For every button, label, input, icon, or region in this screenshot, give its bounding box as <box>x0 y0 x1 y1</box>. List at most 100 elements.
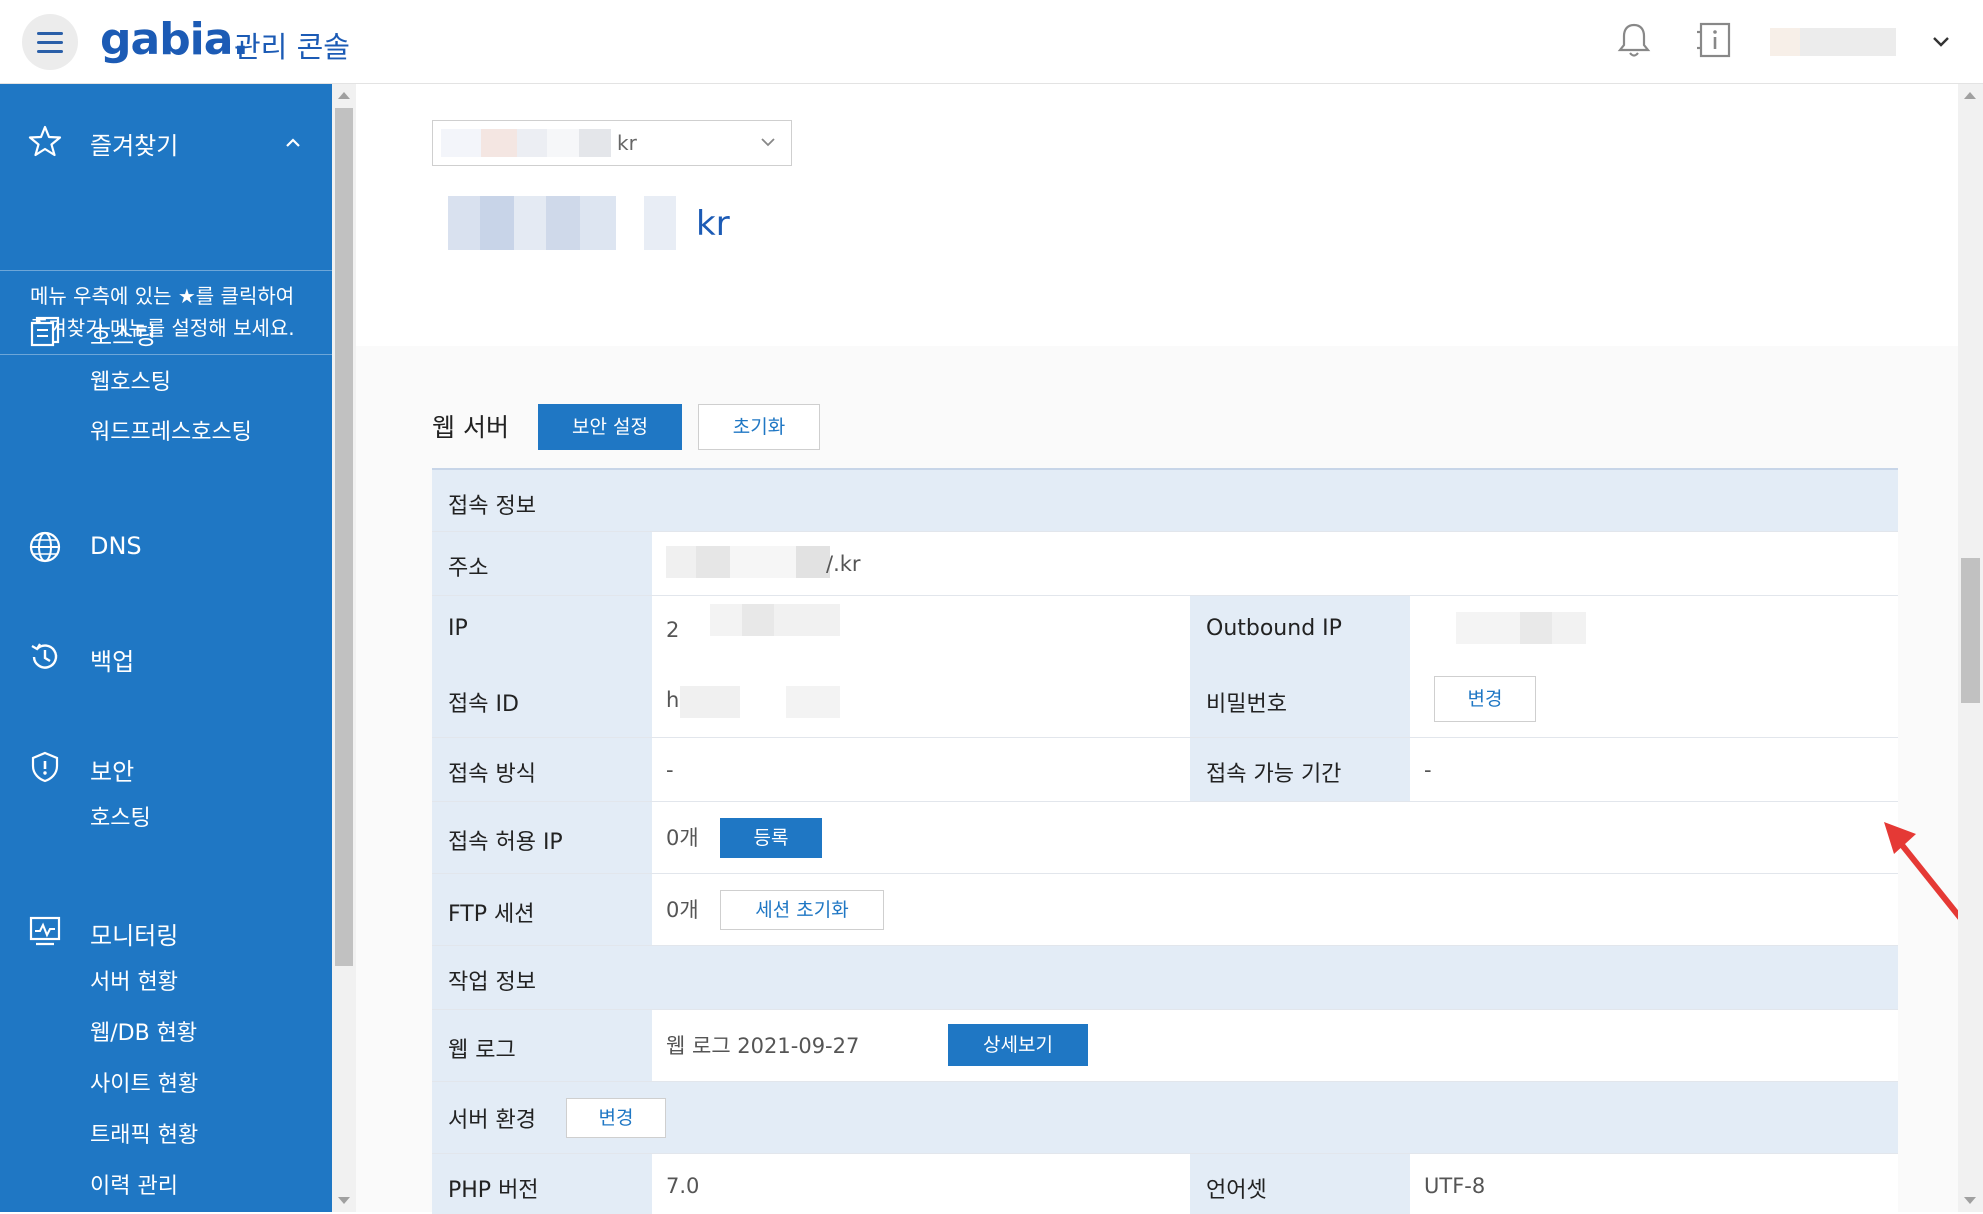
web-log-label-cell: 웹 로그 <box>432 1010 652 1081</box>
user-account-menu[interactable] <box>1770 28 1896 56</box>
menu-line-icon <box>37 31 63 35</box>
server-env-change-button[interactable]: 변경 <box>566 1098 666 1138</box>
redacted-address <box>666 546 830 578</box>
hamburger-menu-button[interactable] <box>22 14 78 70</box>
ftp-session-count: 0개 <box>666 898 699 922</box>
scroll-up-arrow-icon[interactable] <box>338 92 350 99</box>
allowed-ip-label: 접속 허용 IP <box>448 830 563 855</box>
sidebar-item-web-db-status[interactable]: 웹/DB 현황 <box>90 1015 197 1047</box>
server-env-header-row: 서버 환경 변경 <box>432 1082 1898 1154</box>
allowed-ip-count: 0개 <box>666 826 699 850</box>
chevron-up-icon[interactable] <box>284 134 302 152</box>
table-row: IP 접속 ID 2 h Outbound IP 비밀번호 변경 <box>432 596 1898 738</box>
address-label: 주소 <box>448 556 489 581</box>
table-row: 접속 방식 - 접속 가능 기간 - <box>432 738 1898 802</box>
access-info-header-row: 접속 정보 <box>432 470 1898 532</box>
php-label: PHP 버전 <box>448 1178 539 1203</box>
sidebar: 즐겨찾기 메뉴 우측에 있는 ★를 클릭하여 즐겨찾기 메뉴를 설정해 보세요.… <box>0 84 332 1212</box>
sidebar-scrollbar[interactable] <box>332 84 356 1212</box>
gabia-logo[interactable]: gabia. <box>100 14 249 65</box>
domain-select-value: kr <box>617 131 637 155</box>
ip-label-cell: IP 접속 ID <box>432 596 652 737</box>
main-scroll-thumb[interactable] <box>1961 558 1980 703</box>
domain-header-area: kr kr <box>356 84 1958 346</box>
sidebar-scroll-thumb[interactable] <box>335 108 353 966</box>
sidebar-item-site-status[interactable]: 사이트 현황 <box>90 1066 198 1098</box>
web-log-label: 웹 로그 <box>448 1038 516 1063</box>
sidebar-item-backup[interactable]: 백업 <box>90 642 134 677</box>
top-header: gabia. 관리 콘솔 <box>0 0 1983 84</box>
chevron-down-icon <box>761 138 775 147</box>
address-label-cell: 주소 <box>432 532 652 595</box>
redacted-domain-title <box>448 196 616 250</box>
divider <box>0 270 332 271</box>
domain-select[interactable]: kr <box>432 120 792 166</box>
session-reset-button[interactable]: 세션 초기화 <box>720 890 884 930</box>
php-value: 7.0 <box>666 1174 700 1198</box>
ip-label: IP <box>448 616 468 641</box>
outbound-ip-label-cell: Outbound IP 비밀번호 <box>1190 596 1410 737</box>
sidebar-item-server-status[interactable]: 서버 현황 <box>90 964 178 996</box>
hosting-icon <box>30 316 60 347</box>
redacted-ip <box>710 604 840 636</box>
ftp-session-label: FTP 세션 <box>448 902 535 927</box>
sidebar-item-security[interactable]: 보안 <box>90 752 134 787</box>
access-period-label: 접속 가능 기간 <box>1206 762 1342 787</box>
access-period-label-cell: 접속 가능 기간 <box>1190 738 1410 801</box>
address-value: /.kr <box>826 552 861 576</box>
scroll-down-arrow-icon[interactable] <box>338 1197 350 1204</box>
sidebar-item-dns[interactable]: DNS <box>90 532 142 560</box>
menu-line-icon <box>37 40 63 44</box>
charset-label-cell: 언어셋 <box>1190 1154 1410 1214</box>
table-row: FTP 세션 0개 세션 초기화 <box>432 874 1898 946</box>
favorites-note-line1: 메뉴 우측에 있는 ★를 클릭하여 <box>30 284 295 308</box>
access-info-title: 접속 정보 <box>448 494 536 519</box>
server-env-title: 서버 환경 <box>448 1108 536 1133</box>
reset-button[interactable]: 초기화 <box>698 404 820 450</box>
sidebar-item-favorites[interactable]: 즐겨찾기 <box>90 126 178 161</box>
favorites-note: 메뉴 우측에 있는 ★를 클릭하여 즐겨찾기 메뉴를 설정해 보세요. <box>30 280 295 344</box>
table-row: 접속 허용 IP 0개 등록 <box>432 802 1898 874</box>
notice-info-icon[interactable] <box>1697 20 1733 60</box>
scroll-up-arrow-icon[interactable] <box>1964 92 1976 99</box>
access-period-value: - <box>1424 758 1432 782</box>
sidebar-item-web-hosting[interactable]: 웹호스팅 <box>90 364 171 396</box>
charset-value: UTF-8 <box>1424 1174 1486 1198</box>
register-button[interactable]: 등록 <box>720 818 822 858</box>
work-info-header-row: 작업 정보 <box>432 946 1898 1010</box>
scroll-down-arrow-icon[interactable] <box>1964 1197 1976 1204</box>
sidebar-item-traffic-status[interactable]: 트래픽 현황 <box>90 1117 198 1149</box>
redacted-access-id <box>680 686 840 718</box>
sidebar-item-monitoring[interactable]: 모니터링 <box>90 916 178 951</box>
sidebar-item-wordpress-hosting[interactable]: 워드프레스호스팅 <box>90 414 252 446</box>
password-change-button[interactable]: 변경 <box>1434 676 1536 722</box>
history-icon <box>31 643 58 669</box>
divider <box>0 354 332 355</box>
access-method-label: 접속 방식 <box>448 762 536 787</box>
work-info-title: 작업 정보 <box>448 970 536 995</box>
security-settings-button[interactable]: 보안 설정 <box>538 404 682 450</box>
charset-label: 언어셋 <box>1206 1178 1267 1203</box>
chevron-down-icon[interactable] <box>1930 30 1952 52</box>
star-icon <box>28 125 62 157</box>
webserver-section-title: 웹 서버 <box>432 413 509 442</box>
redacted-domain-title <box>644 196 676 250</box>
sidebar-item-history[interactable]: 이력 관리 <box>90 1168 178 1200</box>
sidebar-item-security-hosting[interactable]: 호스팅 <box>90 800 151 832</box>
table-row: 주소 /.kr <box>432 532 1898 596</box>
sidebar-item-hosting[interactable]: 호스팅 <box>90 316 156 351</box>
detail-view-button[interactable]: 상세보기 <box>948 1024 1088 1066</box>
password-label: 비밀번호 <box>1206 692 1287 717</box>
main-scrollbar[interactable] <box>1958 84 1983 1212</box>
shield-icon <box>31 751 59 783</box>
bell-icon[interactable] <box>1616 20 1652 60</box>
allowed-ip-label-cell: 접속 허용 IP <box>432 802 652 873</box>
ftp-session-label-cell: FTP 세션 <box>432 874 652 945</box>
php-label-cell: PHP 버전 <box>432 1154 652 1214</box>
table-row: 웹 로그 웹 로그 2021-09-27 상세보기 <box>432 1010 1898 1082</box>
access-method-value: - <box>666 758 674 782</box>
table-row: PHP 버전 7.0 언어셋 UTF-8 <box>432 1154 1898 1214</box>
favorites-note-line2: 즐겨찾기 메뉴를 설정해 보세요. <box>30 316 295 340</box>
main-content: kr kr 웹 서버 보안 설정 초기화 접속 정보 주소 /.kr IP 접속… <box>356 84 1965 1214</box>
monitor-chart-icon <box>29 916 61 946</box>
